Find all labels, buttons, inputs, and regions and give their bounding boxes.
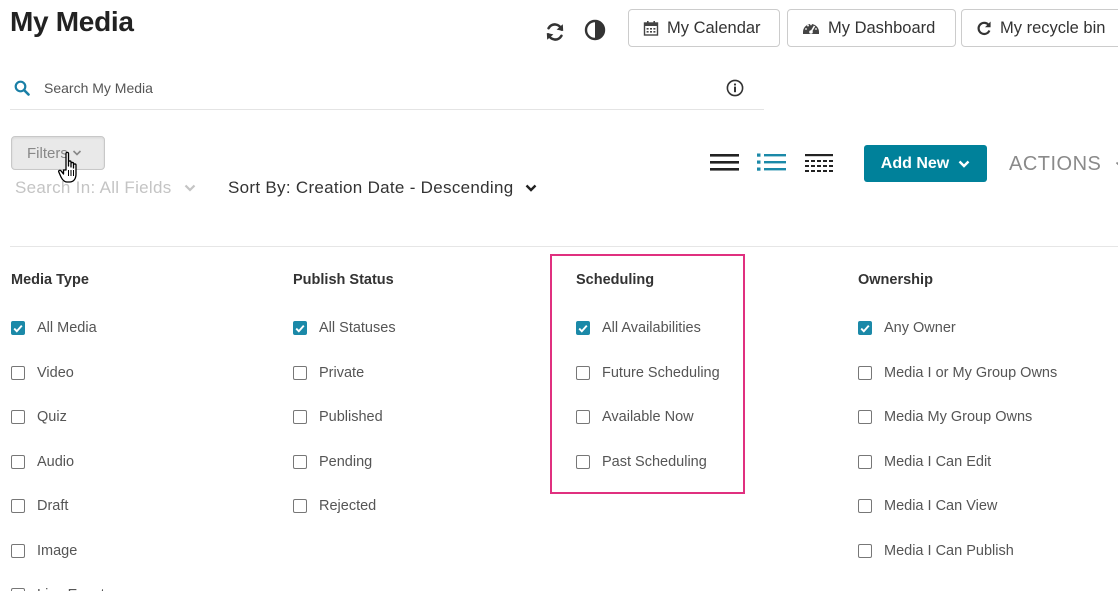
checkbox[interactable] [858, 499, 872, 514]
check-icon [295, 324, 305, 333]
filter-option-label: Rejected [319, 498, 377, 515]
checkbox-checked[interactable] [293, 321, 307, 336]
filter-option-label: Media I Can View [884, 498, 998, 515]
filter-option-label: Published [319, 409, 383, 426]
chevron-down-icon [958, 160, 970, 168]
checkbox[interactable] [858, 365, 872, 380]
my-recycle-bin-label: My recycle bin [1000, 18, 1106, 37]
checkbox[interactable] [858, 543, 872, 558]
sort-by-label: Sort By: Creation Date - Descending [228, 178, 514, 197]
list-view-icon[interactable] [710, 152, 739, 172]
checkbox[interactable] [11, 410, 25, 425]
chevron-down-icon [184, 184, 196, 192]
divider [10, 246, 1118, 247]
filter-option-label: Any Owner [884, 320, 956, 337]
checkbox[interactable] [293, 410, 307, 425]
checkbox[interactable] [293, 365, 307, 380]
detailed-view-icon[interactable] [757, 152, 786, 172]
filter-option[interactable]: All Media [11, 306, 112, 351]
filter-option-label: Pending [319, 453, 373, 470]
filter-option[interactable]: Live Events [11, 573, 112, 591]
media-type-filter-group: Media Type All Media Video Quiz Audio Draft Im… [11, 272, 112, 591]
checkbox[interactable] [11, 454, 25, 469]
check-icon [13, 324, 23, 333]
search-in-label: Search In: All Fields [15, 178, 172, 197]
publish-status-filter-group: Publish Status All Statuses Private Publish… [293, 272, 396, 529]
filter-option[interactable]: Media I Can Publish [858, 529, 1057, 574]
filter-option[interactable]: Media My Group Owns [858, 395, 1057, 440]
dashboard-icon [802, 20, 820, 36]
filter-option-label: Audio [37, 453, 75, 470]
filter-option[interactable]: All Statuses [293, 306, 396, 351]
filter-option[interactable]: Quiz [11, 395, 112, 440]
my-recycle-bin-button[interactable]: My recycle bin [961, 9, 1118, 47]
filter-option-label: All Statuses [319, 320, 396, 337]
chevron-down-icon [525, 184, 537, 192]
filter-group-title: Media Type [11, 272, 89, 288]
filter-option[interactable]: Audio [11, 440, 112, 485]
filter-option-label: Video [37, 364, 74, 381]
info-icon[interactable] [726, 79, 744, 97]
filter-option[interactable]: Image [11, 529, 112, 574]
filter-option-label: Live Events [37, 587, 112, 591]
add-new-label: Add New [880, 154, 950, 172]
checkbox[interactable] [858, 454, 872, 469]
contrast-icon[interactable] [583, 18, 607, 42]
scheduling-highlight-box [550, 254, 745, 494]
filter-option[interactable]: Rejected [293, 484, 396, 529]
checkbox[interactable] [11, 365, 25, 380]
refresh-icon[interactable] [543, 20, 567, 44]
check-icon [860, 324, 870, 333]
filter-option[interactable]: Pending [293, 440, 396, 485]
filter-option-label: All Media [37, 320, 97, 337]
add-new-button[interactable]: Add New [864, 145, 987, 182]
filter-option-label: Media I Can Publish [884, 542, 1014, 559]
checkbox[interactable] [11, 499, 25, 514]
filter-option-label: Quiz [37, 409, 67, 426]
checkbox-checked[interactable] [11, 321, 25, 336]
checkbox[interactable] [293, 454, 307, 469]
my-dashboard-label: My Dashboard [828, 18, 936, 37]
filter-option[interactable]: Media I or My Group Owns [858, 351, 1057, 396]
ownership-filter-group: Ownership Any Owner Media I or My Group Ow… [858, 272, 1057, 573]
filter-option-label: Private [319, 364, 365, 381]
compact-view-icon[interactable] [805, 152, 833, 172]
search-input[interactable] [44, 79, 684, 96]
filter-option-label: Media My Group Owns [884, 409, 1033, 426]
page-title: My Media [10, 6, 134, 37]
checkbox[interactable] [293, 499, 307, 514]
filter-option[interactable]: Any Owner [858, 306, 1057, 351]
filter-option[interactable]: Media I Can View [858, 484, 1057, 529]
filter-option[interactable]: Private [293, 351, 396, 396]
recycle-icon [976, 20, 992, 36]
filter-group-title: Ownership [858, 272, 933, 288]
search-in-dropdown[interactable]: Search In: All Fields [15, 178, 196, 198]
my-calendar-button[interactable]: My Calendar [628, 9, 780, 47]
actions-label: ACTIONS [1009, 153, 1102, 175]
calendar-icon [643, 20, 659, 36]
checkbox[interactable] [11, 543, 25, 558]
checkbox-checked[interactable] [858, 321, 872, 336]
filter-option-label: Draft [37, 498, 69, 515]
filter-option[interactable]: Draft [11, 484, 112, 529]
search-icon[interactable] [14, 80, 30, 96]
filter-option[interactable]: Video [11, 351, 112, 396]
filter-option-label: Image [37, 542, 78, 559]
checkbox[interactable] [858, 410, 872, 425]
sort-by-dropdown[interactable]: Sort By: Creation Date - Descending [228, 178, 537, 198]
filter-option-label: Media I or My Group Owns [884, 364, 1058, 381]
filter-option-label: Media I Can Edit [884, 453, 992, 470]
actions-dropdown[interactable]: ACTIONS [1009, 153, 1118, 176]
filter-option[interactable]: Published [293, 395, 396, 440]
filter-option[interactable]: Media I Can Edit [858, 440, 1057, 485]
my-calendar-label: My Calendar [667, 18, 761, 37]
my-dashboard-button[interactable]: My Dashboard [787, 9, 956, 47]
search-bar [10, 66, 764, 110]
filter-group-title: Publish Status [293, 272, 394, 288]
